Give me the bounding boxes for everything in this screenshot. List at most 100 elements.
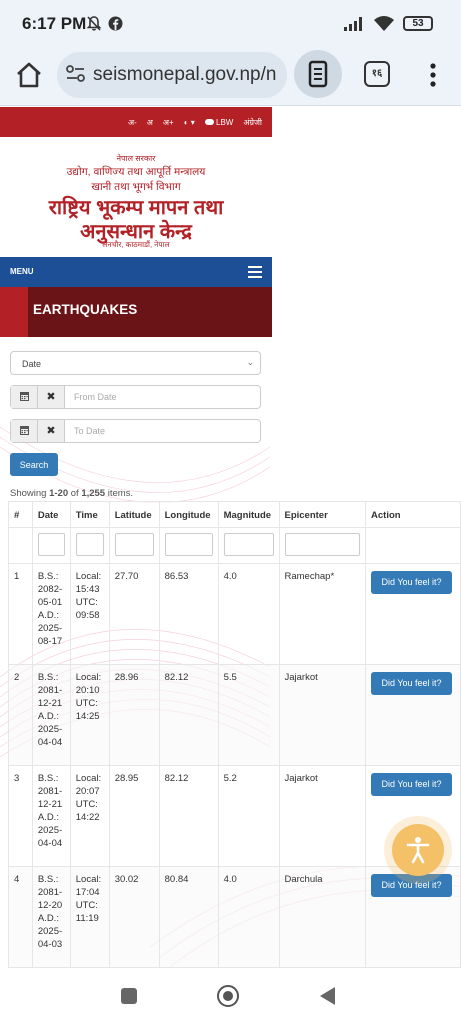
did-you-feel-it-button[interactable]: Did You feel it? [371, 571, 453, 594]
to-date-group: ✖ [10, 419, 261, 443]
did-you-feel-it-button[interactable]: Did You feel it? [371, 874, 453, 897]
row-date: B.S.: 2082-05-01 A.D.: 2025-08-17 [31, 563, 71, 665]
clear-date-icon[interactable]: ✖ [38, 386, 65, 408]
more-menu-icon[interactable] [425, 60, 441, 90]
row-number: 2 [8, 664, 33, 766]
site-title-line1: राष्ट्रिय भूकम्प मापन तथा [48, 197, 224, 219]
from-date-input[interactable] [66, 386, 259, 408]
language-label: अंग्रेजी [243, 117, 262, 127]
accessibility-icon [406, 837, 430, 864]
row-time: Local: 20:07 UTC: 14:22 [69, 765, 110, 867]
system-nav-bar [0, 969, 461, 1024]
back-icon[interactable] [320, 987, 335, 1005]
department-name: खानी तथा भूगर्भ विभाग [91, 181, 181, 193]
battery-icon: 53 [403, 16, 433, 31]
web-page: अ- अ अ+ ◐ ▾ LBW अंग्रेजी नेपाल सरकार उद्… [0, 107, 461, 969]
hamburger-icon[interactable] [248, 266, 262, 278]
clear-date-icon[interactable]: ✖ [38, 420, 65, 442]
home-icon[interactable] [14, 60, 44, 90]
lbw-toggle[interactable]: LBW [204, 117, 234, 127]
latitude-filter-input[interactable] [114, 533, 154, 556]
row-epicenter: Jajarkot [278, 765, 367, 867]
date-type-select[interactable]: Date ⌄ [10, 351, 261, 375]
row-longitude: 80.84 [158, 866, 219, 968]
status-time: 6:17 PM [22, 14, 87, 33]
table-header-row: # Date Time Latitude Longitude Magnitude… [8, 501, 461, 528]
menu-bar[interactable]: MENU [0, 257, 272, 287]
date-filter-input[interactable] [37, 533, 65, 556]
row-date: B.S.: 2081-12-21 A.D.: 2025-04-04 [31, 765, 71, 867]
col-header-action: Action [365, 501, 461, 528]
menu-label[interactable]: MENU [10, 267, 34, 276]
row-date: B.S.: 2081-12-20 A.D.: 2025-04-03 [31, 866, 71, 968]
col-header-longitude[interactable]: Longitude [158, 501, 219, 528]
row-epicenter: Jajarkot [278, 664, 367, 766]
mute-bell-icon [86, 16, 102, 31]
row-epicenter: Ramechap* [278, 563, 367, 665]
did-you-feel-it-button[interactable]: Did You feel it? [371, 773, 453, 796]
contrast-toggle[interactable]: ◐ ▾ [184, 118, 195, 127]
font-decrease-button[interactable]: अ- [128, 117, 137, 128]
row-longitude: 82.12 [158, 765, 219, 867]
lbw-label: LBW [216, 117, 234, 127]
signal-icon [344, 16, 362, 31]
row-magnitude: 5.5 [217, 664, 280, 766]
col-header-magnitude[interactable]: Magnitude [217, 501, 280, 528]
from-date-group: ✖ [10, 385, 261, 409]
toggle-icon [204, 119, 214, 126]
home-circle-icon[interactable] [217, 985, 239, 1007]
epicenter-filter-input[interactable] [284, 533, 361, 556]
reader-mode-button[interactable] [294, 50, 342, 98]
col-header-latitude[interactable]: Latitude [108, 501, 160, 528]
col-header-epicenter[interactable]: Epicenter [278, 501, 367, 528]
longitude-filter-input[interactable] [164, 533, 213, 556]
row-date: B.S.: 2081-12-21 A.D.: 2025-04-04 [31, 664, 71, 766]
col-header-number[interactable]: # [8, 501, 33, 528]
time-filter-input[interactable] [75, 533, 104, 556]
earthquake-table: # Date Time Latitude Longitude Magnitude… [8, 501, 461, 968]
address-bar[interactable]: seismonepal.gov.np/n [57, 52, 287, 98]
url-text[interactable]: seismonepal.gov.np/n [93, 64, 283, 86]
language-switch[interactable]: अंग्रेजी [243, 117, 262, 128]
results-summary: Showing 1-20 of 1,255 items. [10, 488, 134, 499]
col-header-date[interactable]: Date [31, 501, 71, 528]
row-time: Local: 17:04 UTC: 11:19 [69, 866, 110, 968]
calendar-icon [20, 426, 29, 435]
accessibility-button[interactable] [392, 824, 444, 876]
site-settings-icon[interactable] [66, 65, 86, 83]
calendar-button[interactable] [11, 386, 38, 408]
page-title: EARTHQUAKES [33, 302, 138, 317]
font-increase-button[interactable]: अ+ [163, 117, 174, 128]
row-number: 1 [8, 563, 33, 665]
wifi-icon [374, 16, 394, 31]
date-type-value: Date [22, 359, 42, 369]
site-address: लैनचौर, काठमाडौं, नेपाल [102, 240, 170, 249]
table-row: 4 B.S.: 2081-12-20 A.D.: 2025-04-03 Local… [8, 866, 461, 968]
row-number: 4 [8, 866, 33, 968]
row-epicenter: Darchula [278, 866, 367, 968]
row-longitude: 82.12 [158, 664, 219, 766]
col-header-time[interactable]: Time [69, 501, 110, 528]
site-header: नेपाल सरकार उद्योग, वाणिज्य तथा आपूर्ति … [0, 137, 272, 257]
recents-icon[interactable] [121, 988, 137, 1004]
magnitude-filter-input[interactable] [223, 533, 274, 556]
to-date-input[interactable] [66, 420, 259, 442]
row-magnitude: 4.0 [217, 866, 280, 968]
tab-switcher-button[interactable]: १६ [364, 61, 390, 87]
table-row: 1 B.S.: 2082-05-01 A.D.: 2025-08-17 Local… [8, 563, 461, 665]
row-magnitude: 4.0 [217, 563, 280, 665]
calendar-button[interactable] [11, 420, 38, 442]
row-magnitude: 5.2 [217, 765, 280, 867]
ministry-name: उद्योग, वाणिज्य तथा आपूर्ति मन्त्रालय [66, 166, 206, 178]
accessibility-topbar: अ- अ अ+ ◐ ▾ LBW अंग्रेजी [0, 107, 272, 137]
page-banner: EARTHQUAKES [0, 287, 272, 337]
row-time: Local: 20:10 UTC: 14:25 [69, 664, 110, 766]
row-time: Local: 15:43 UTC: 09:58 [69, 563, 110, 665]
row-latitude: 27.70 [108, 563, 160, 665]
facebook-icon [108, 16, 123, 31]
font-normal-button[interactable]: अ [147, 117, 153, 128]
row-longitude: 86.53 [158, 563, 219, 665]
search-button[interactable]: Search [10, 453, 58, 476]
did-you-feel-it-button[interactable]: Did You feel it? [371, 672, 453, 695]
status-bar: 6:17 PM 53 [0, 0, 461, 50]
